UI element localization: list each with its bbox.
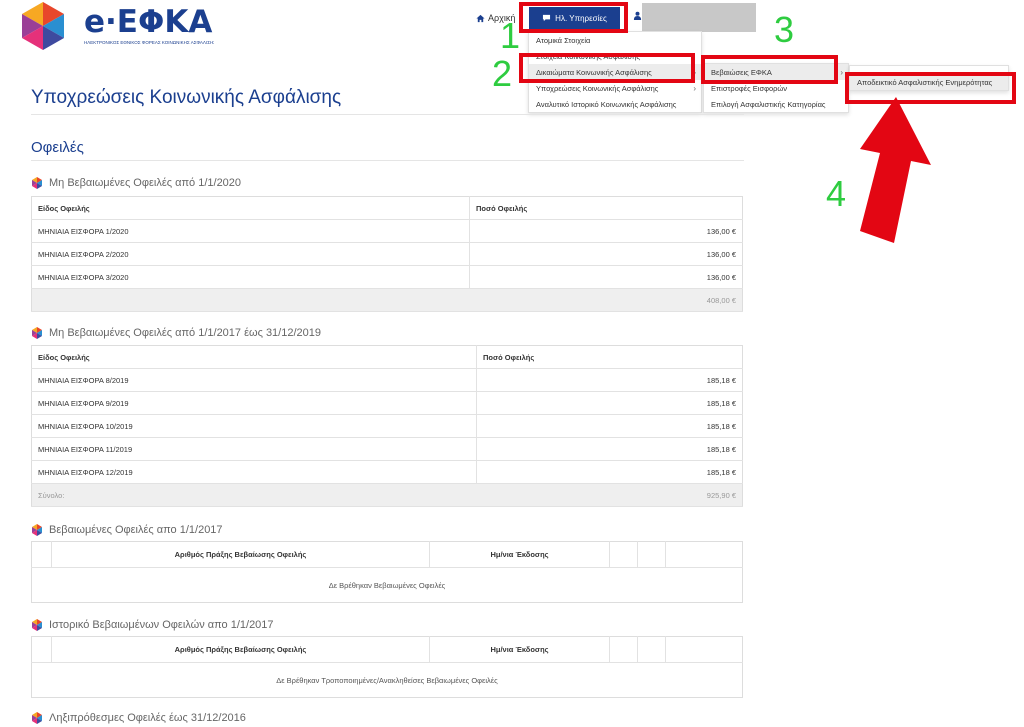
subsection-title-label: Μη Βεβαιωμένες Οφειλές από 1/1/2020 xyxy=(49,177,242,189)
cube-icon xyxy=(32,524,42,536)
annotation-box-3 xyxy=(701,55,838,84)
debts-table-2020: Είδος Οφειλής Ποσό Οφειλής ΜΗΝΙΑΙΑ ΕΙΣΦΟΡ… xyxy=(31,196,743,312)
debt-amount: 185,18 € xyxy=(476,368,743,392)
debt-type: ΜΗΝΙΑΙΑ ΕΙΣΦΟΡΑ 11/2019 xyxy=(31,437,477,461)
menu-item-insurance-category[interactable]: Επιλογή Ασφαλιστικής Κατηγορίας xyxy=(704,96,848,112)
column-header: Αριθμός Πράξης Βεβαίωσης Οφειλής xyxy=(51,636,430,663)
efka-logo[interactable]: e·ΕΦΚΑ ΗΛΕΚΤΡΟΝΙΚΟΣ ΕΘΝΙΚΟΣ ΦΟΡΕΑΣ ΚΟΙΝΩ… xyxy=(20,2,214,50)
certified-debts-table: Αριθμός Πράξης Βεβαίωσης Οφειλής Ημ/νια Έ… xyxy=(31,541,743,603)
table-row: ΜΗΝΙΑΙΑ ΕΙΣΦΟΡΑ 1/2020 136,00 € xyxy=(31,219,743,243)
table-row: ΜΗΝΙΑΙΑ ΕΙΣΦΟΡΑ 12/2019 185,18 € xyxy=(31,460,743,484)
table-row: ΜΗΝΙΑΙΑ ΕΙΣΦΟΡΑ 10/2019 185,18 € xyxy=(31,414,743,438)
debt-type: ΜΗΝΙΑΙΑ ΕΙΣΦΟΡΑ 10/2019 xyxy=(31,414,477,438)
cube-icon xyxy=(32,327,42,339)
debt-type: ΜΗΝΙΑΙΑ ΕΙΣΦΟΡΑ 2/2020 xyxy=(31,242,470,266)
step-number-1: 1 xyxy=(500,15,521,56)
chevron-right-icon: › xyxy=(840,67,843,77)
column-header: Είδος Οφειλής xyxy=(31,196,470,220)
menu-item-insurance-history[interactable]: Αναλυτικό Ιστορικό Κοινωνικής Ασφάλισης xyxy=(529,96,701,112)
user-icon[interactable] xyxy=(633,11,642,22)
menu-item-label: Επιλογή Ασφαλιστικής Κατηγορίας xyxy=(711,99,826,109)
column-header: Ποσό Οφειλής xyxy=(469,196,743,220)
empty-message: Δε Βρέθηκαν Τροποποιημένες/Ανακληθείσες … xyxy=(276,675,498,685)
table-row: ΜΗΝΙΑΙΑ ΕΙΣΦΟΡΑ 8/2019 185,18 € xyxy=(31,368,743,392)
column-header xyxy=(609,541,638,568)
step-number-2: 2 xyxy=(492,53,513,94)
column-header: Αριθμός Πράξης Βεβαίωσης Οφειλής xyxy=(51,541,430,568)
page-title: Υποχρεώσεις Κοινωνικής Ασφάλισης xyxy=(31,87,342,108)
total-amount: 408,00 € xyxy=(469,288,743,312)
total-row: 408,00 € xyxy=(31,288,743,312)
total-amount: 925,90 € xyxy=(476,483,743,507)
column-header xyxy=(637,541,666,568)
column-header xyxy=(665,541,743,568)
debt-type: ΜΗΝΙΑΙΑ ΕΙΣΦΟΡΑ 9/2019 xyxy=(31,391,477,415)
home-icon xyxy=(476,14,485,22)
debt-amount: 185,18 € xyxy=(476,414,743,438)
menu-item-personal-info[interactable]: Ατομικά Στοιχεία xyxy=(529,32,701,48)
certified-debts-history-table: Αριθμός Πράξης Βεβαίωσης Οφειλής Ημ/νια Έ… xyxy=(31,636,743,698)
red-arrow-icon xyxy=(860,97,931,243)
subsection-title-label: Ληξιπρόθεσμες Οφειλές έως 31/12/2016 xyxy=(49,712,246,724)
total-row: Σύνολο: 925,90 € xyxy=(31,483,743,507)
debts-table-2017-2019: Είδος Οφειλής Ποσό Οφειλής ΜΗΝΙΑΙΑ ΕΙΣΦΟΡ… xyxy=(31,345,743,507)
chevron-right-icon: › xyxy=(693,83,696,93)
table-row: ΜΗΝΙΑΙΑ ΕΙΣΦΟΡΑ 11/2019 185,18 € xyxy=(31,437,743,461)
debt-amount: 185,18 € xyxy=(476,391,743,415)
subsection-title-label: Μη Βεβαιωμένες Οφειλές από 1/1/2017 έως … xyxy=(49,327,321,339)
column-header xyxy=(665,636,743,663)
debt-type: ΜΗΝΙΑΙΑ ΕΙΣΦΟΡΑ 12/2019 xyxy=(31,460,477,484)
subsection-title-label: Βεβαιωμένες Οφειλές απο 1/1/2017 xyxy=(49,524,223,536)
cube-icon xyxy=(32,619,42,631)
subsection-title-5: Ληξιπρόθεσμες Οφειλές έως 31/12/2016 xyxy=(31,712,246,724)
divider xyxy=(31,160,744,161)
step-number-3: 3 xyxy=(774,9,795,50)
debt-amount: 185,18 € xyxy=(476,437,743,461)
cube-icon xyxy=(32,712,42,724)
debt-amount: 185,18 € xyxy=(476,460,743,484)
redacted-username xyxy=(642,3,756,32)
annotation-box-2 xyxy=(519,53,695,83)
hexagon-logo-icon xyxy=(22,2,64,50)
annotation-box-1 xyxy=(519,2,628,33)
column-header xyxy=(637,636,666,663)
menu-item-label: Επιστροφές Εισφορών xyxy=(711,83,787,93)
section-title: Οφειλές xyxy=(31,139,84,156)
cube-icon xyxy=(32,177,42,189)
debt-type: ΜΗΝΙΑΙΑ ΕΙΣΦΟΡΑ 8/2019 xyxy=(31,368,477,392)
column-header: Ημ/νια Έκδοσης xyxy=(429,541,610,568)
column-header xyxy=(609,636,638,663)
debt-amount: 136,00 € xyxy=(469,242,743,266)
empty-message: Δε Βρέθηκαν Βεβαιωμένες Οφειλές xyxy=(328,580,446,590)
column-header: Ποσό Οφειλής xyxy=(476,345,743,369)
debt-amount: 136,00 € xyxy=(469,265,743,289)
menu-item-label: Αναλυτικό Ιστορικό Κοινωνικής Ασφάλισης xyxy=(536,99,677,109)
divider xyxy=(31,114,744,115)
column-header xyxy=(31,541,52,568)
subsection-title-3: Βεβαιωμένες Οφειλές απο 1/1/2017 xyxy=(31,524,223,536)
logo-text: e·ΕΦΚΑ xyxy=(84,4,213,40)
column-header: Ημ/νια Έκδοσης xyxy=(429,636,610,663)
debt-amount: 136,00 € xyxy=(469,219,743,243)
subsection-title-label: Ιστορικό Βεβαιωμένων Οφειλών απο 1/1/201… xyxy=(49,619,274,631)
subsection-title-2: Μη Βεβαιωμένες Οφειλές από 1/1/2017 έως … xyxy=(31,327,321,339)
subsection-title-4: Ιστορικό Βεβαιωμένων Οφειλών απο 1/1/201… xyxy=(31,619,274,631)
table-row: ΜΗΝΙΑΙΑ ΕΙΣΦΟΡΑ 2/2020 136,00 € xyxy=(31,242,743,266)
debt-type: ΜΗΝΙΑΙΑ ΕΙΣΦΟΡΑ 1/2020 xyxy=(31,219,470,243)
debt-type: ΜΗΝΙΑΙΑ ΕΙΣΦΟΡΑ 3/2020 xyxy=(31,265,470,289)
subsection-title-1: Μη Βεβαιωμένες Οφειλές από 1/1/2020 xyxy=(31,177,241,189)
menu-item-label: Υποχρεώσεις Κοινωνικής Ασφάλισης xyxy=(536,83,659,93)
total-label: Σύνολο: xyxy=(31,483,477,507)
column-header xyxy=(31,636,52,663)
table-row: ΜΗΝΙΑΙΑ ΕΙΣΦΟΡΑ 9/2019 185,18 € xyxy=(31,391,743,415)
menu-item-label: Ατομικά Στοιχεία xyxy=(536,35,591,45)
column-header: Είδος Οφειλής xyxy=(31,345,477,369)
logo-subtitle: ΗΛΕΚΤΡΟΝΙΚΟΣ ΕΘΝΙΚΟΣ ΦΟΡΕΑΣ ΚΟΙΝΩΝΙΚΗΣ Α… xyxy=(84,40,214,45)
table-row: ΜΗΝΙΑΙΑ ΕΙΣΦΟΡΑ 3/2020 136,00 € xyxy=(31,265,743,289)
step-number-4: 4 xyxy=(826,173,847,214)
